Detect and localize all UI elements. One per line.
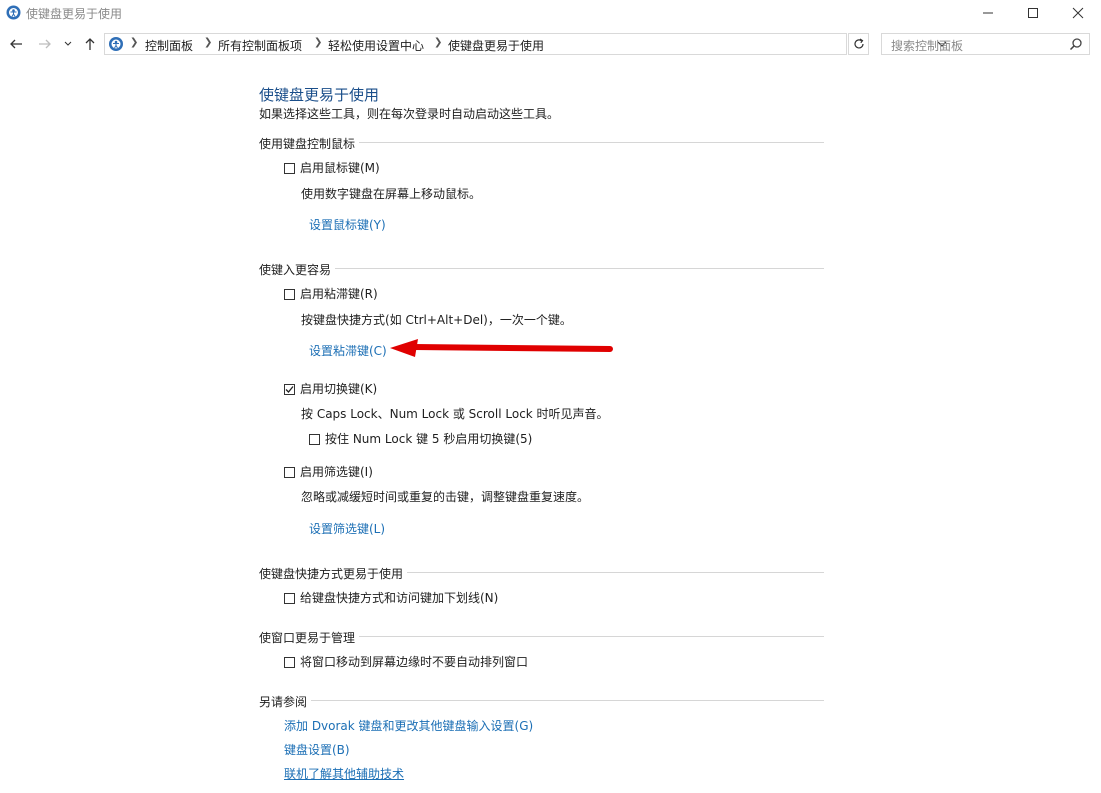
arrow-left-icon	[10, 39, 22, 49]
page-subtitle: 如果选择这些工具，则在每次登录时自动启动这些工具。	[259, 107, 560, 121]
mouse-keys-checkbox[interactable]	[284, 163, 295, 174]
ease-of-access-icon	[6, 5, 21, 20]
prevent-snap-checkbox[interactable]	[284, 657, 295, 668]
maximize-icon	[1028, 8, 1038, 18]
maximize-button[interactable]	[1010, 0, 1056, 26]
refresh-button[interactable]	[848, 33, 869, 55]
mouse-keys-label[interactable]: 启用鼠标键(M)	[300, 159, 380, 176]
breadcrumb-separator[interactable]: ❯	[204, 37, 212, 48]
filter-keys-checkbox[interactable]	[284, 467, 295, 478]
breadcrumb-all-items[interactable]: 所有控制面板项	[218, 37, 302, 54]
section-header-mouse: 使用键盘控制鼠标	[259, 135, 360, 152]
section-header-typing: 使键入更容易	[259, 261, 336, 278]
arrow-right-icon	[39, 39, 51, 49]
up-button[interactable]	[80, 34, 100, 54]
red-arrow-icon	[390, 339, 613, 357]
filter-keys-description: 忽略或减缓短时间或重复的击键，调整键盘重复速度。	[301, 490, 590, 504]
setup-filter-keys-link[interactable]: 设置筛选键(L)	[309, 520, 385, 537]
toggle-keys-description: 按 Caps Lock、Num Lock 或 Scroll Lock 时听见声音…	[301, 407, 609, 421]
close-button[interactable]	[1055, 0, 1101, 26]
back-button[interactable]	[6, 34, 26, 54]
section-header-windows: 使窗口更易于管理	[259, 629, 360, 646]
minimize-icon	[983, 12, 993, 14]
num-lock-hold-label[interactable]: 按住 Num Lock 键 5 秒启用切换键(5)	[325, 430, 532, 447]
checkmark-icon	[285, 386, 294, 393]
num-lock-hold-checkbox[interactable]	[309, 434, 320, 445]
breadcrumb-separator[interactable]: ❯	[434, 37, 442, 48]
breadcrumb-control-panel[interactable]: 控制面板	[145, 37, 193, 54]
sticky-keys-description: 按键盘快捷方式(如 Ctrl+Alt+Del)，一次一个键。	[301, 313, 572, 327]
recent-locations-button[interactable]	[60, 34, 76, 54]
address-bar[interactable]: ❯ 控制面板 ❯ 所有控制面板项 ❯ 轻松使用设置中心 ❯ 使键盘更易于使用	[104, 33, 947, 55]
sticky-keys-label[interactable]: 启用粘滞键(R)	[300, 285, 378, 302]
mouse-keys-description: 使用数字键盘在屏幕上移动鼠标。	[301, 187, 482, 201]
section-header-shortcuts: 使键盘快捷方式更易于使用	[259, 565, 408, 582]
search-icon[interactable]	[1069, 37, 1083, 51]
page-title: 使键盘更易于使用	[259, 86, 380, 104]
window-title: 使键盘更易于使用	[26, 7, 123, 21]
close-icon	[1072, 7, 1084, 19]
breadcrumb-separator[interactable]: ❯	[314, 37, 322, 48]
section-header-see-also: 另请参阅	[259, 693, 312, 710]
search-placeholder: 搜索控制面板	[891, 39, 964, 53]
search-input[interactable]: 搜索控制面板	[881, 33, 1090, 55]
breadcrumb-current-page[interactable]: 使键盘更易于使用	[448, 37, 544, 54]
refresh-icon	[853, 38, 864, 49]
assistive-technology-link[interactable]: 联机了解其他辅助技术	[284, 765, 404, 782]
setup-sticky-keys-link[interactable]: 设置粘滞键(C)	[309, 342, 387, 359]
section-divider	[259, 700, 824, 701]
toggle-keys-label[interactable]: 启用切换键(K)	[300, 380, 377, 397]
underline-shortcuts-checkbox[interactable]	[284, 593, 295, 604]
toggle-keys-checkbox[interactable]	[284, 384, 295, 395]
forward-button[interactable]	[35, 34, 55, 54]
setup-mouse-keys-link[interactable]: 设置鼠标键(Y)	[309, 216, 386, 233]
filter-keys-label[interactable]: 启用筛选键(I)	[300, 463, 373, 480]
sticky-keys-checkbox[interactable]	[284, 289, 295, 300]
breadcrumb-separator[interactable]: ❯	[130, 37, 138, 48]
underline-shortcuts-label[interactable]: 给键盘快捷方式和访问键加下划线(N)	[300, 589, 498, 606]
title-bar: 使键盘更易于使用	[0, 0, 1101, 28]
arrow-up-icon	[85, 38, 95, 50]
dvorak-keyboard-link[interactable]: 添加 Dvorak 键盘和更改其他键盘输入设置(G)	[284, 717, 533, 734]
prevent-snap-label[interactable]: 将窗口移动到屏幕边缘时不要自动排列窗口	[300, 653, 528, 670]
control-panel-icon	[108, 36, 124, 52]
minimize-button[interactable]	[965, 0, 1011, 26]
chevron-down-icon	[64, 41, 72, 46]
breadcrumb-ease-of-access[interactable]: 轻松使用设置中心	[328, 37, 424, 54]
keyboard-settings-link[interactable]: 键盘设置(B)	[284, 741, 350, 758]
section-divider	[259, 268, 824, 269]
